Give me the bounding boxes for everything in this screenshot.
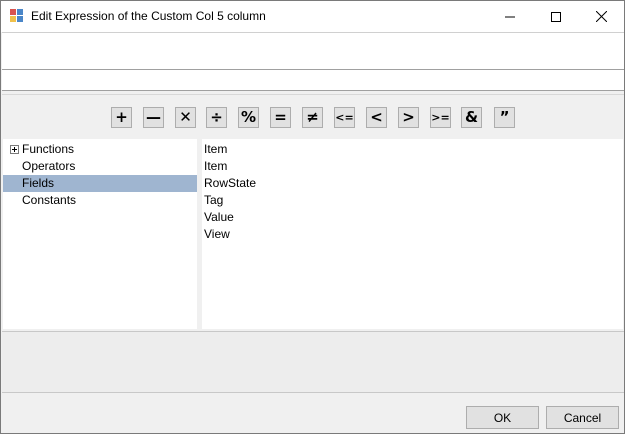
list-item[interactable]: Value bbox=[204, 209, 234, 226]
tree-item-label: Operators bbox=[22, 159, 76, 173]
title-bar[interactable]: Edit Expression of the Custom Col 5 colu… bbox=[1, 1, 624, 32]
category-tree[interactable]: Functions Operators Fields Constants bbox=[3, 139, 197, 329]
operator-not-equals-button[interactable]: ≠ bbox=[302, 107, 323, 128]
operator-equals-button[interactable]: = bbox=[270, 107, 291, 128]
operator-minus-button[interactable]: — bbox=[143, 107, 164, 128]
operator-quotes-button[interactable]: ” bbox=[494, 107, 515, 128]
maximize-button[interactable] bbox=[533, 1, 579, 32]
description-panel bbox=[2, 331, 624, 393]
edit-expression-dialog: Edit Expression of the Custom Col 5 colu… bbox=[0, 0, 625, 434]
expression-editor[interactable] bbox=[2, 32, 624, 69]
list-item[interactable]: RowState bbox=[204, 175, 256, 192]
tree-item-constants[interactable]: Constants bbox=[3, 192, 197, 209]
tree-item-label: Constants bbox=[22, 193, 77, 207]
tree-item-label: Functions bbox=[22, 142, 75, 156]
minimize-button[interactable] bbox=[487, 1, 533, 32]
minimize-icon bbox=[505, 16, 515, 17]
cancel-button[interactable]: Cancel bbox=[546, 406, 619, 429]
operator-toolbar: + — ✕ ÷% = ≠ <= < > >= &” bbox=[2, 94, 624, 138]
expression-line-field[interactable] bbox=[2, 69, 624, 91]
operator-ampersand-button[interactable]: & bbox=[461, 107, 482, 128]
tree-item-operators[interactable]: Operators bbox=[3, 158, 197, 175]
fields-list[interactable]: Item Item RowState Tag Value View bbox=[202, 139, 623, 329]
close-button[interactable] bbox=[578, 1, 624, 32]
list-item[interactable]: View bbox=[204, 226, 230, 243]
operator-percent-button[interactable]: % bbox=[238, 107, 259, 128]
form-app-icon bbox=[10, 9, 24, 23]
list-item[interactable]: Tag bbox=[204, 192, 223, 209]
ok-button[interactable]: OK bbox=[466, 406, 539, 429]
tree-item-functions[interactable]: Functions bbox=[3, 141, 197, 158]
browser-panes: Functions Operators Fields Constants Item It… bbox=[2, 138, 624, 330]
operator-greater-or-equal-button[interactable]: >= bbox=[430, 107, 451, 128]
window-title: Edit Expression of the Custom Col 5 colu… bbox=[31, 9, 266, 23]
operator-plus-button[interactable]: + bbox=[111, 107, 132, 128]
operator-less-or-equal-button[interactable]: <= bbox=[334, 107, 355, 128]
tree-item-label: Fields bbox=[22, 176, 55, 190]
operator-less-than-button[interactable]: < bbox=[366, 107, 387, 128]
operator-multiply-button[interactable]: ✕ bbox=[175, 107, 196, 128]
maximize-icon bbox=[551, 11, 561, 22]
list-item[interactable]: Item bbox=[204, 158, 227, 175]
operator-divide-button[interactable]: ÷ bbox=[206, 107, 227, 128]
list-item[interactable]: Item bbox=[204, 141, 227, 158]
operator-greater-than-button[interactable]: > bbox=[398, 107, 419, 128]
tree-item-fields[interactable]: Fields bbox=[3, 175, 197, 192]
dialog-footer: OK Cancel bbox=[2, 394, 624, 433]
close-icon bbox=[595, 11, 607, 22]
expand-plus-icon[interactable] bbox=[10, 145, 19, 154]
